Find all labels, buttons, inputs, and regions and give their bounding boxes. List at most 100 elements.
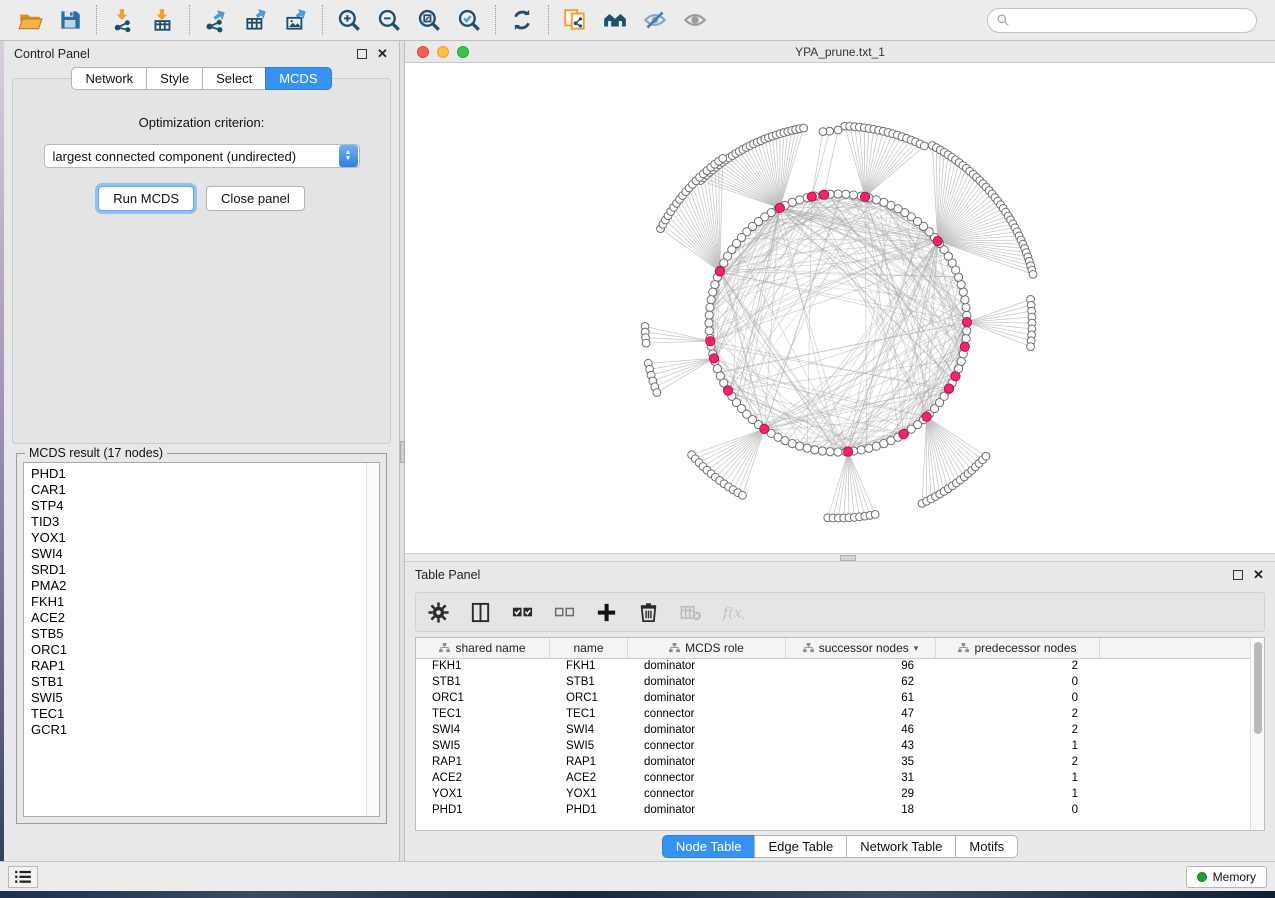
mcds-result-item[interactable]: STB5 bbox=[31, 626, 366, 642]
tab-select[interactable]: Select bbox=[202, 67, 266, 90]
export-network-button[interactable] bbox=[196, 3, 236, 37]
run-mcds-button[interactable]: Run MCDS bbox=[98, 186, 194, 211]
table-cell[interactable]: 1 bbox=[936, 739, 1100, 755]
table-cell[interactable]: connector bbox=[628, 787, 786, 803]
table-cell[interactable]: 1 bbox=[936, 787, 1100, 803]
table-row[interactable]: SWI4SWI4dominator462 bbox=[416, 723, 1250, 739]
table-cell[interactable]: 46 bbox=[786, 723, 936, 739]
table-cell[interactable]: TEC1 bbox=[416, 707, 550, 723]
duplicate-network-button[interactable] bbox=[555, 3, 595, 37]
table-cell[interactable]: connector bbox=[628, 739, 786, 755]
mcds-result-item[interactable]: FKH1 bbox=[31, 594, 366, 610]
table-row[interactable]: ACE2ACE2connector311 bbox=[416, 771, 1250, 787]
table-row[interactable]: PHD1PHD1dominator180 bbox=[416, 803, 1250, 819]
first-neighbors-button[interactable] bbox=[595, 3, 635, 37]
table-cell[interactable]: 2 bbox=[936, 755, 1100, 771]
float-table-panel-button[interactable] bbox=[1231, 569, 1244, 582]
table-cell[interactable]: connector bbox=[628, 771, 786, 787]
close-table-panel-button[interactable]: ✕ bbox=[1252, 569, 1265, 582]
mcds-result-list[interactable]: PHD1CAR1STP4TID3YOX1SWI4SRD1PMA2FKH1ACE2… bbox=[24, 463, 366, 816]
table-cell[interactable]: 96 bbox=[786, 659, 936, 675]
table-row[interactable]: TEC1TEC1connector472 bbox=[416, 707, 1250, 723]
table-cell[interactable]: 2 bbox=[936, 707, 1100, 723]
deselect-all-button[interactable] bbox=[552, 600, 576, 624]
table-cell[interactable]: 0 bbox=[936, 691, 1100, 707]
table-cell[interactable]: 1 bbox=[936, 771, 1100, 787]
table-cell[interactable]: 62 bbox=[786, 675, 936, 691]
tab-network[interactable]: Network bbox=[71, 67, 147, 90]
open-session-button[interactable] bbox=[10, 3, 50, 37]
table-cell[interactable]: dominator bbox=[628, 691, 786, 707]
task-history-button[interactable] bbox=[8, 866, 38, 888]
criterion-dropdown[interactable]: largest connected component (undirected)… bbox=[44, 144, 360, 168]
table-cell[interactable]: 35 bbox=[786, 755, 936, 771]
add-column-button[interactable] bbox=[594, 600, 618, 624]
export-table-button[interactable] bbox=[236, 3, 276, 37]
table-cell[interactable]: STB1 bbox=[550, 675, 628, 691]
mcds-result-item[interactable]: SRD1 bbox=[31, 562, 366, 578]
table-cell[interactable]: PHD1 bbox=[416, 803, 550, 819]
mcds-result-item[interactable]: ORC1 bbox=[31, 642, 366, 658]
mcds-result-item[interactable]: ACE2 bbox=[31, 610, 366, 626]
import-network-button[interactable] bbox=[103, 3, 143, 37]
table-cell[interactable]: FKH1 bbox=[416, 659, 550, 675]
table-cell[interactable]: 0 bbox=[936, 675, 1100, 691]
table-row[interactable]: ORC1ORC1dominator610 bbox=[416, 691, 1250, 707]
table-cell[interactable]: FKH1 bbox=[550, 659, 628, 675]
import-table-button[interactable] bbox=[143, 3, 183, 37]
column-header-name[interactable]: name bbox=[550, 638, 628, 658]
tab-network-table[interactable]: Network Table bbox=[846, 835, 956, 858]
refresh-view-button[interactable] bbox=[502, 3, 542, 37]
table-row[interactable]: STB1STB1dominator620 bbox=[416, 675, 1250, 691]
mcds-result-item[interactable]: STB1 bbox=[31, 674, 366, 690]
save-session-button[interactable] bbox=[50, 3, 90, 37]
memory-button[interactable]: Memory bbox=[1186, 866, 1267, 888]
table-cell[interactable]: 2 bbox=[936, 723, 1100, 739]
table-cell[interactable]: ACE2 bbox=[416, 771, 550, 787]
table-cell[interactable]: 31 bbox=[786, 771, 936, 787]
delete-column-button[interactable] bbox=[636, 600, 660, 624]
table-cell[interactable]: dominator bbox=[628, 803, 786, 819]
export-image-button[interactable] bbox=[276, 3, 316, 37]
table-cell[interactable]: ORC1 bbox=[550, 691, 628, 707]
show-all-button[interactable] bbox=[675, 3, 715, 37]
mcds-result-item[interactable]: TID3 bbox=[31, 514, 366, 530]
table-cell[interactable]: 47 bbox=[786, 707, 936, 723]
table-cell[interactable]: dominator bbox=[628, 723, 786, 739]
table-cell[interactable]: connector bbox=[628, 707, 786, 723]
table-cell[interactable]: dominator bbox=[628, 659, 786, 675]
mcds-result-item[interactable]: CAR1 bbox=[31, 482, 366, 498]
mcds-result-item[interactable]: SWI5 bbox=[31, 690, 366, 706]
zoom-fit-button[interactable] bbox=[409, 3, 449, 37]
tab-style[interactable]: Style bbox=[146, 67, 203, 90]
close-panel-button[interactable]: ✕ bbox=[376, 48, 389, 61]
column-header-successor-nodes[interactable]: successor nodes▾ bbox=[786, 638, 936, 658]
tab-mcds[interactable]: MCDS bbox=[265, 67, 331, 90]
zoom-selected-button[interactable] bbox=[449, 3, 489, 37]
mcds-result-item[interactable]: RAP1 bbox=[31, 658, 366, 674]
table-cell[interactable]: PHD1 bbox=[550, 803, 628, 819]
mcds-result-item[interactable]: PHD1 bbox=[31, 466, 366, 482]
close-panel-button-2[interactable]: Close panel bbox=[206, 186, 305, 211]
float-panel-button[interactable] bbox=[355, 48, 368, 61]
table-cell[interactable]: YOX1 bbox=[416, 787, 550, 803]
mcds-list-scrollbar[interactable] bbox=[366, 463, 379, 816]
table-row[interactable]: SWI5SWI5connector431 bbox=[416, 739, 1250, 755]
zoom-out-button[interactable] bbox=[369, 3, 409, 37]
table-cell[interactable]: dominator bbox=[628, 675, 786, 691]
mcds-result-item[interactable]: GCR1 bbox=[31, 722, 366, 738]
table-cell[interactable]: 29 bbox=[786, 787, 936, 803]
table-cell[interactable]: 61 bbox=[786, 691, 936, 707]
show-columns-button[interactable] bbox=[468, 600, 492, 624]
tab-motifs[interactable]: Motifs bbox=[955, 835, 1018, 858]
mcds-result-item[interactable]: TEC1 bbox=[31, 706, 366, 722]
mcds-result-item[interactable]: SWI4 bbox=[31, 546, 366, 562]
table-cell[interactable]: RAP1 bbox=[550, 755, 628, 771]
search-input[interactable] bbox=[1015, 13, 1248, 27]
select-all-button[interactable] bbox=[510, 600, 534, 624]
table-cell[interactable]: RAP1 bbox=[416, 755, 550, 771]
search-box[interactable] bbox=[987, 8, 1257, 33]
table-cell[interactable]: SWI5 bbox=[416, 739, 550, 755]
table-cell[interactable]: SWI4 bbox=[416, 723, 550, 739]
table-cell[interactable]: 18 bbox=[786, 803, 936, 819]
